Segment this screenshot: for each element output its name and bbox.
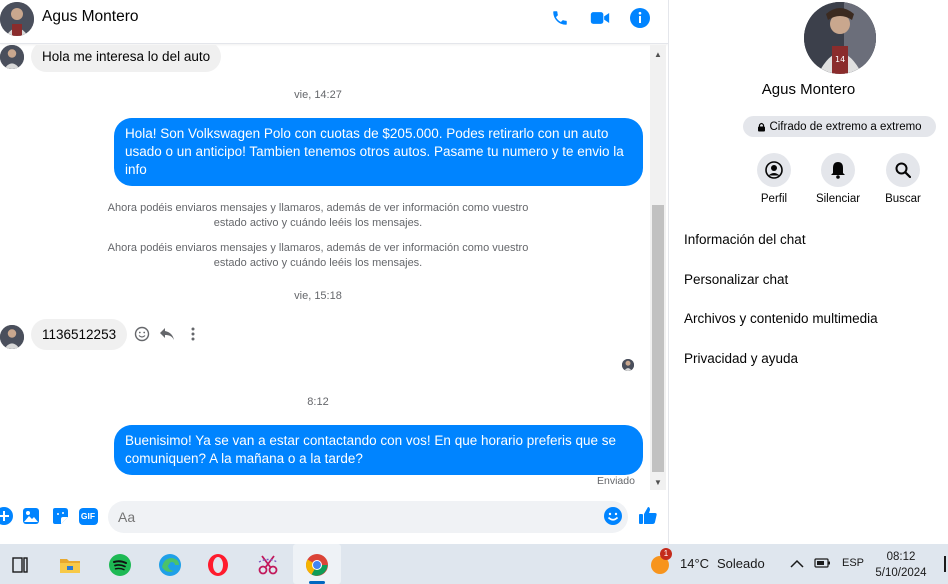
chrome-icon[interactable]: [297, 548, 337, 582]
media-files-section[interactable]: Archivos y contenido multimedia: [684, 311, 878, 326]
weather-temp: 14°C: [680, 556, 710, 571]
file-explorer-icon[interactable]: [50, 548, 90, 582]
svg-text:14: 14: [835, 55, 845, 64]
photo-icon[interactable]: [21, 506, 41, 526]
show-hidden-icons[interactable]: [790, 556, 806, 572]
snipping-tool-icon[interactable]: [248, 548, 288, 582]
emoji-icon[interactable]: [603, 506, 623, 526]
battery-icon[interactable]: [814, 556, 832, 572]
message-timestamp: vie, 15:18: [294, 290, 342, 302]
reply-icon[interactable]: [158, 325, 176, 343]
outgoing-message[interactable]: Buenisimo! Ya se van a estar contactando…: [114, 425, 643, 475]
task-view-icon[interactable]: [0, 548, 40, 582]
phone-icon[interactable]: [548, 6, 572, 30]
edge-icon[interactable]: [150, 548, 190, 582]
emoji-reaction-icon[interactable]: [133, 325, 151, 343]
encryption-badge[interactable]: Cifrado de extremo a extremo: [743, 116, 936, 137]
like-icon[interactable]: [638, 506, 658, 526]
outgoing-message[interactable]: Hola! Son Volkswagen Polo con cuotas de …: [114, 118, 643, 186]
contact-profile-photo[interactable]: 14: [804, 2, 876, 74]
spotify-icon[interactable]: [100, 548, 140, 582]
search-label: Buscar: [885, 193, 921, 205]
show-desktop-button[interactable]: [944, 556, 946, 572]
chat-panel: Agus Montero Hola me interesa lo del aut…: [0, 0, 668, 544]
system-notice: Ahora podéis enviaros mensajes y llamaro…: [107, 242, 529, 269]
profile-button[interactable]: Perfil: [744, 153, 804, 205]
scroll-down-icon[interactable]: ▼: [650, 474, 666, 490]
message-timestamp: 8:12: [307, 396, 329, 408]
customize-chat-section[interactable]: Personalizar chat: [684, 272, 788, 287]
language-indicator[interactable]: ESP: [842, 557, 864, 569]
seen-avatar: [622, 359, 634, 371]
chat-info-section[interactable]: Información del chat: [684, 232, 806, 247]
scrollbar-thumb[interactable]: [652, 205, 664, 472]
incoming-message[interactable]: Hola me interesa lo del auto: [31, 45, 222, 72]
incoming-message[interactable]: 1136512253: [31, 319, 128, 350]
search-icon: [886, 153, 920, 187]
message-timestamp: vie, 14:27: [294, 89, 342, 101]
more-options-icon[interactable]: [184, 325, 202, 343]
message-input[interactable]: [108, 501, 628, 533]
system-notice: Ahora podéis enviaros mensajes y llamaro…: [107, 202, 529, 229]
sticker-icon[interactable]: [50, 506, 70, 526]
mute-label: Silenciar: [815, 193, 861, 205]
clock-time: 08:12: [886, 551, 916, 563]
encryption-label: Cifrado de extremo a extremo: [769, 120, 922, 133]
contact-name[interactable]: Agus Montero: [42, 8, 139, 26]
chat-header: Agus Montero: [0, 0, 668, 44]
video-camera-icon[interactable]: [588, 6, 612, 30]
weather-widget[interactable]: 1 14°C Soleado: [648, 548, 772, 576]
gif-icon[interactable]: GIF: [78, 506, 98, 526]
profile-icon: [757, 153, 791, 187]
weather-badge: 1: [660, 548, 672, 560]
clock-date: 5/10/2024: [875, 567, 927, 579]
contact-name-large: Agus Montero: [761, 81, 856, 98]
lock-icon: [758, 122, 766, 131]
system-clock[interactable]: 08:12 5/10/2024: [866, 549, 936, 581]
profile-label: Perfil: [760, 193, 788, 205]
contact-avatar-small: [0, 45, 24, 69]
contact-avatar[interactable]: [0, 2, 34, 36]
plus-icon[interactable]: [0, 506, 14, 526]
bell-icon: [821, 153, 855, 187]
info-icon[interactable]: [628, 6, 652, 30]
gif-label: GIF: [78, 507, 98, 525]
privacy-help-section[interactable]: Privacidad y ayuda: [684, 351, 798, 366]
contact-avatar-small: [0, 325, 24, 349]
weather-condition: Soleado: [717, 556, 765, 571]
messenger-window: Agus Montero Hola me interesa lo del aut…: [0, 0, 948, 544]
windows-taskbar: 1 14°C Soleado ESP 08:12 5/10/2024: [0, 544, 948, 584]
message-list[interactable]: Hola me interesa lo del auto vie, 14:27 …: [0, 45, 650, 490]
sent-status: Enviado: [597, 475, 635, 487]
scroll-up-icon[interactable]: ▲: [650, 46, 666, 62]
search-button[interactable]: Buscar: [873, 153, 933, 205]
opera-icon[interactable]: [198, 548, 238, 582]
mute-button[interactable]: Silenciar: [808, 153, 868, 205]
composer-bar: GIF: [0, 496, 668, 540]
chat-info-panel: 14 Agus Montero Cifrado de extremo a ext…: [669, 0, 948, 544]
